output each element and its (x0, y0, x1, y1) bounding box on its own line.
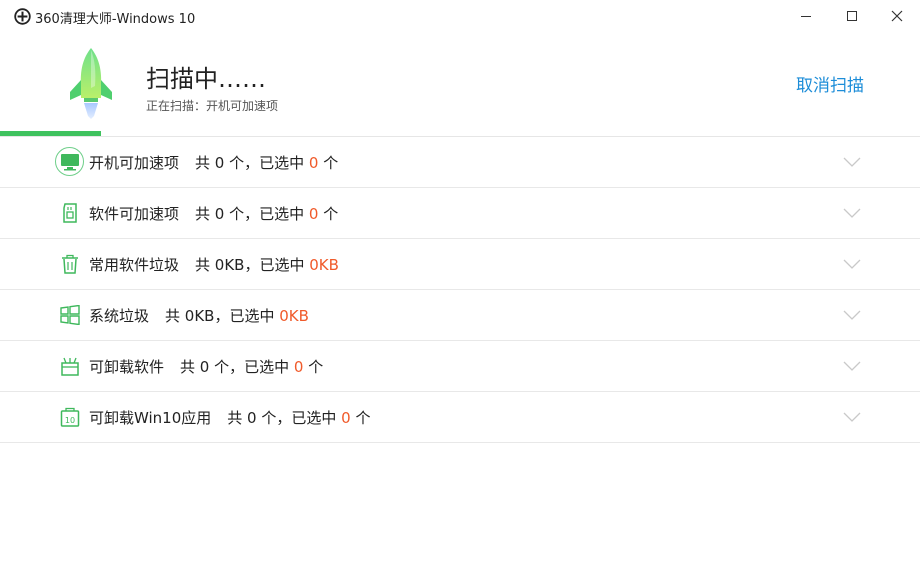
item-selected-count: 0 (341, 409, 351, 427)
item-selected-count: 0KB (309, 256, 339, 274)
item-selected-count: 0KB (279, 307, 309, 325)
close-button[interactable] (874, 0, 920, 32)
item-count: 共 0 个，已选中 (180, 358, 294, 376)
maximize-icon (847, 11, 857, 21)
item-count: 共 0 个，已选中 (195, 205, 309, 223)
item-selected-count: 0 (308, 154, 319, 172)
item-label: 常用软件垃圾 (89, 256, 180, 274)
chevron-down-icon[interactable] (843, 207, 861, 219)
item-label: 软件可加速项 (89, 205, 180, 223)
chevron-down-icon[interactable] (843, 360, 861, 372)
list-item-text: 常用软件垃圾共 0KB，已选中 0KB (89, 254, 339, 275)
cancel-scan-button[interactable]: 取消扫描 (796, 71, 864, 96)
chevron-down-icon[interactable] (843, 156, 861, 168)
item-selected-count: 0 (293, 358, 304, 376)
list-item-software-junk[interactable]: 常用软件垃圾共 0KB，已选中 0KB (0, 239, 920, 290)
monitor-icon (55, 147, 84, 176)
item-count: 共 0 个，已选中 (195, 154, 309, 172)
windows-icon (55, 300, 84, 329)
maximize-button[interactable] (829, 0, 875, 32)
item-label: 可卸载软件 (89, 358, 165, 376)
item-unit: 个 (318, 154, 339, 172)
window-title: 360清理大师-Windows 10 (35, 12, 196, 27)
chevron-down-icon[interactable] (843, 309, 861, 321)
list-item-text: 软件可加速项共 0 个，已选中 0 个 (89, 203, 338, 224)
list-item-software-speedup[interactable]: 软件可加速项共 0 个，已选中 0 个 (0, 188, 920, 239)
gift-box-icon (55, 351, 84, 380)
minimize-icon (801, 16, 811, 17)
scan-status-title: 扫描中…… (146, 65, 266, 93)
sd-card-icon (55, 198, 84, 227)
list-item-text: 系统垃圾共 0KB，已选中 0KB (89, 305, 309, 326)
item-selected-count: 0 (308, 205, 319, 223)
list-item-uninstallable-win10-apps[interactable]: 10 可卸载Win10应用共 0 个，已选中 0 个 (0, 392, 920, 443)
item-count: 共 0 个，已选中 (227, 409, 342, 427)
scan-item-list: 开机可加速项共 0 个，已选中 0 个 软件可加速项共 0 个，已选中 0 个 (0, 137, 920, 443)
list-item-startup[interactable]: 开机可加速项共 0 个，已选中 0 个 (0, 137, 920, 188)
list-item-text: 可卸载Win10应用共 0 个，已选中 0 个 (89, 407, 370, 428)
title-bar: 360清理大师-Windows 10 (0, 0, 920, 34)
list-item-text: 可卸载软件共 0 个，已选中 0 个 (89, 356, 323, 377)
list-item-uninstallable-software[interactable]: 可卸载软件共 0 个，已选中 0 个 (0, 341, 920, 392)
svg-text:10: 10 (64, 416, 74, 425)
item-unit: 个 (303, 358, 324, 376)
app-window: 360清理大师-Windows 10 扫描中…… 正在扫描：开机可加速项 取消扫… (0, 0, 920, 580)
item-label: 可卸载Win10应用 (89, 409, 212, 427)
list-item-system-junk[interactable]: 系统垃圾共 0KB，已选中 0KB (0, 290, 920, 341)
chevron-down-icon[interactable] (843, 411, 861, 423)
minimize-button[interactable] (783, 0, 829, 32)
list-item-text: 开机可加速项共 0 个，已选中 0 个 (89, 152, 338, 173)
item-label: 开机可加速项 (89, 154, 180, 172)
trash-icon (55, 249, 84, 278)
chevron-down-icon[interactable] (843, 258, 861, 270)
rocket-icon (70, 48, 112, 119)
scan-header: 扫描中…… 正在扫描：开机可加速项 取消扫描 (0, 34, 920, 136)
win10-app-icon: 10 (55, 402, 84, 431)
app-logo-icon (14, 8, 31, 25)
scan-status-subtitle: 正在扫描：开机可加速项 (146, 99, 279, 113)
item-unit: 个 (350, 409, 371, 427)
item-count: 共 0KB，已选中 (195, 256, 310, 274)
item-unit: 个 (318, 205, 339, 223)
item-count: 共 0KB，已选中 (165, 307, 280, 325)
close-icon (891, 10, 903, 22)
item-label: 系统垃圾 (89, 307, 150, 325)
